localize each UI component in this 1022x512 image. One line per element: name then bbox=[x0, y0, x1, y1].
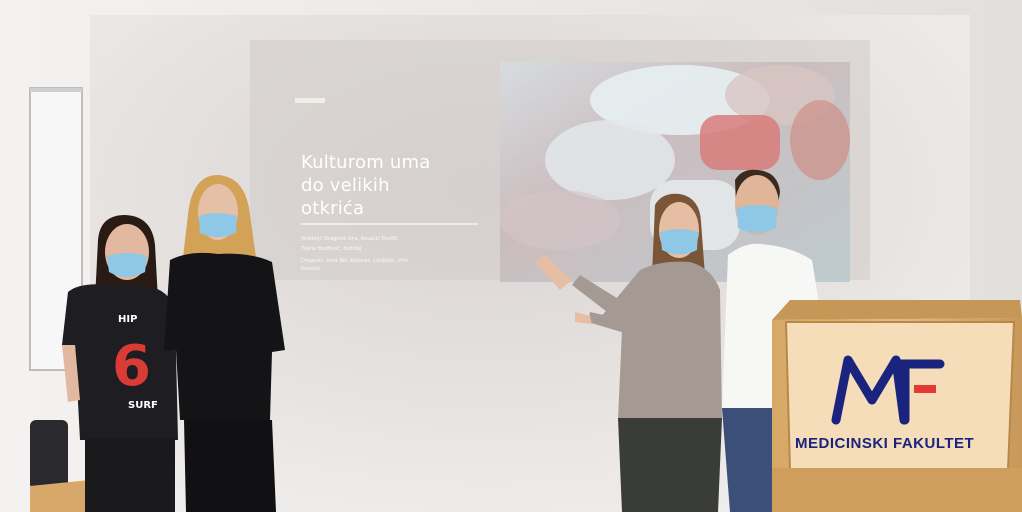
podium-caption: MEDICINSKI FAKULTET bbox=[795, 435, 974, 452]
chair bbox=[30, 420, 68, 490]
shirt-print-number: 6 bbox=[112, 334, 151, 399]
scene-illustration: Kulturom uma do velikih otkrića Voditelj… bbox=[0, 0, 1022, 512]
slide-title-line-2: do velikih bbox=[301, 175, 390, 196]
shirt-print-tag: SURF bbox=[128, 400, 158, 411]
slide-subtitle-line-1: Voditelji: Dragović Ana, Kovačić Đurđić bbox=[301, 235, 398, 242]
slide-title-line-1: Kulturom uma bbox=[301, 152, 430, 173]
shirt-print-letters: HIP bbox=[118, 314, 137, 325]
face-mask bbox=[660, 229, 698, 255]
logo-red-bar bbox=[914, 385, 936, 393]
face-mask bbox=[199, 213, 237, 237]
slide-subtitle-line-4: Kovačić bbox=[301, 265, 320, 272]
slide-subtitle-line-2: Tijana Đurđević, Božidaj bbox=[300, 245, 361, 252]
face-mask bbox=[107, 253, 147, 277]
photo-scene: Kulturom uma do velikih otkrića Voditelj… bbox=[0, 0, 1022, 512]
slide-title-line-3: otkrića bbox=[301, 198, 364, 219]
slide-subtitle-line-3: Dragović, Irma Bić, Kaćuras, Lucijašić, … bbox=[301, 257, 408, 264]
face-mask bbox=[737, 205, 777, 233]
podium: MEDICINSKI FAKULTET bbox=[772, 300, 1022, 512]
